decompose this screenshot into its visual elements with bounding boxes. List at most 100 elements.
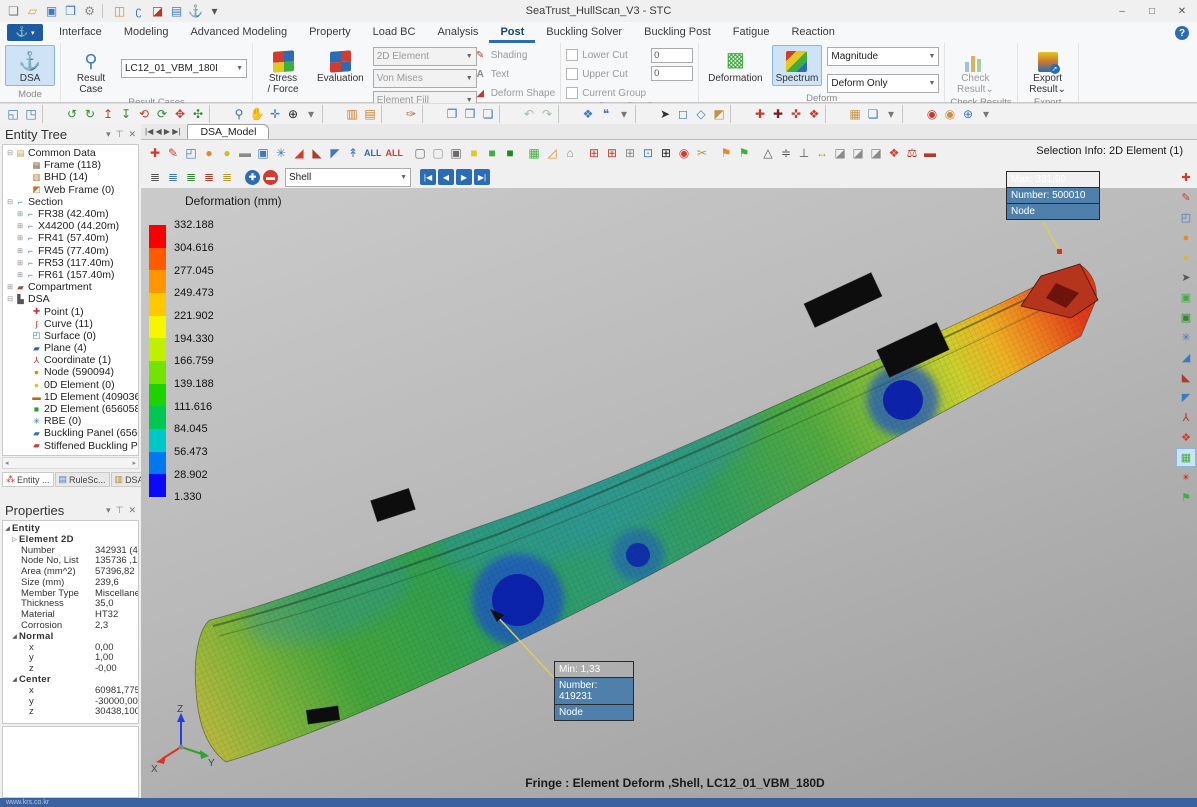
export-result-button[interactable]: ➚ Export Result⌄ xyxy=(1023,45,1073,97)
layer-remove-icon[interactable]: ≣ xyxy=(200,168,218,187)
tree-expander-icon[interactable]: ⊞ xyxy=(15,247,25,255)
add-layer-button[interactable]: ✚ xyxy=(245,169,260,185)
clean-view-icon[interactable]: ✑ xyxy=(402,105,420,123)
ribbon-tab[interactable]: Reaction xyxy=(780,22,845,43)
pick-arrow-icon[interactable]: ➤ xyxy=(1176,268,1196,287)
pick-add-icon[interactable]: ✚ xyxy=(751,105,769,123)
tree-item[interactable]: ⊞ ▰ Compartment xyxy=(3,281,138,293)
view-overflow-icon[interactable]: ▾ xyxy=(302,105,320,123)
tree-item[interactable]: ● Node (590094) xyxy=(3,366,138,378)
layer-stack-icon[interactable]: ≣ xyxy=(146,168,164,187)
tree-expander-icon[interactable]: ⊟ xyxy=(5,295,15,303)
tree-item[interactable]: ▦ Frame (118) xyxy=(3,159,138,171)
save-report-icon[interactable]: ❒ xyxy=(62,2,79,19)
pan-icon[interactable]: ✋ xyxy=(248,105,266,123)
layer-edit-icon[interactable]: ≣ xyxy=(182,168,200,187)
select-polygon-icon[interactable]: ◇ xyxy=(692,105,710,123)
toggle-1d-icon[interactable]: ▬ xyxy=(236,143,254,162)
select-window-icon[interactable]: ◻ xyxy=(674,105,692,123)
tree-expander-icon[interactable]: ⊟ xyxy=(5,149,15,157)
scroll-left-icon[interactable]: ◂ xyxy=(5,459,9,467)
hide-all-button[interactable]: ALL xyxy=(384,143,406,162)
window-layout-icon[interactable]: ❖ xyxy=(579,105,597,123)
property-row[interactable]: Node No, List 135736 ,135737,.. xyxy=(3,555,138,566)
toggle-coordinate-icon[interactable]: ↟ xyxy=(344,143,362,162)
tree-item[interactable]: ▥ BHD (14) xyxy=(3,171,138,183)
grid-black-icon[interactable]: ⊞ xyxy=(657,143,675,162)
zoom-icon[interactable]: ⚲ xyxy=(230,105,248,123)
panel-pin-icon[interactable]: ⊤ xyxy=(116,505,124,516)
toolbox-icon[interactable]: ◫ xyxy=(111,2,128,19)
toggle-stiffened-icon[interactable]: ◤ xyxy=(326,143,344,162)
deform-component-combo[interactable]: Magnitude ▼ xyxy=(827,47,940,66)
ribbon-tab[interactable]: Analysis xyxy=(426,22,489,43)
rotate-down-icon[interactable]: ↧ xyxy=(117,105,135,123)
property-row[interactable]: y 1,00 xyxy=(3,652,138,663)
sep[interactable] xyxy=(209,105,228,123)
tree-expander-icon[interactable]: ⊞ xyxy=(15,271,25,279)
pick-2d-face-icon[interactable]: ▣ xyxy=(1176,308,1196,327)
tree-item[interactable]: ⅄ Coordinate (1) xyxy=(3,354,138,366)
grid-blue-icon[interactable]: ⊡ xyxy=(639,143,657,162)
toolbar-sep[interactable] xyxy=(102,3,107,18)
pick-element-icon[interactable]: ❖ xyxy=(1176,428,1196,447)
lower-cut-input[interactable]: 0 xyxy=(651,48,694,63)
grid-red-icon[interactable]: ⊞ xyxy=(585,143,603,162)
layer-add-icon[interactable]: ≣ xyxy=(164,168,182,187)
pick-rbe-icon[interactable]: ✳ xyxy=(1176,328,1196,347)
property-row[interactable]: z 30438,1000 xyxy=(3,706,138,717)
property-row[interactable]: x 60981,7750 xyxy=(3,685,138,696)
rotate-right-icon[interactable]: ↻ xyxy=(81,105,99,123)
shading-option[interactable]: ✎ Shading xyxy=(474,47,555,63)
tree-item[interactable]: ⊟ ▤ Common Data xyxy=(3,147,138,159)
property-row[interactable]: y -30000,0000 xyxy=(3,696,138,707)
toggle-node-icon[interactable]: ● xyxy=(200,143,218,162)
panel-pin-icon[interactable]: ⊤ xyxy=(116,129,124,140)
deformation-button[interactable]: ▩ Deformation xyxy=(704,45,766,86)
split-horizontal-icon[interactable]: ▤ xyxy=(361,105,379,123)
record-view-icon[interactable]: ❏ xyxy=(479,105,497,123)
ribbon-tab[interactable]: Modeling xyxy=(113,22,180,43)
new-file-icon[interactable]: ❏ xyxy=(5,2,22,19)
tree-item[interactable]: ▰ Buckling Panel (656058) xyxy=(3,427,138,439)
fit-window-icon[interactable]: ✛ xyxy=(266,105,284,123)
box-pick-icon[interactable]: ❏ xyxy=(864,105,882,123)
shaded-dark-view-icon[interactable]: ■ xyxy=(501,143,519,162)
tree-expander-icon[interactable]: ⊞ xyxy=(15,234,25,242)
result-case-button[interactable]: ⚲ Result Case xyxy=(66,45,116,97)
pick-0d-icon[interactable]: ● xyxy=(1176,248,1196,267)
tree-item[interactable]: ⊞ ⌐ FR53 (117.40m) xyxy=(3,257,138,269)
ribbon-tab[interactable]: Buckling Solver xyxy=(535,22,633,43)
tree-item[interactable]: ⊞ ⌐ FR41 (57.40m) xyxy=(3,232,138,244)
ruler-red-icon[interactable]: ▬ xyxy=(921,143,939,162)
minimize-button[interactable]: – xyxy=(1107,0,1137,22)
quick-access-more-icon[interactable]: ▾ xyxy=(206,2,223,19)
transparent-view-icon[interactable]: ⌂ xyxy=(561,143,579,162)
toggle-rbe-icon[interactable]: ✳ xyxy=(272,143,290,162)
model-tab[interactable]: DSA_Model xyxy=(187,124,270,139)
table-pick-icon[interactable]: ▦ xyxy=(846,105,864,123)
toggle-curve-icon[interactable]: ✎ xyxy=(164,143,182,162)
view-axis-icon[interactable]: ✣ xyxy=(189,105,207,123)
toggle-surface-icon[interactable]: ◰ xyxy=(182,143,200,162)
sep[interactable] xyxy=(381,105,400,123)
pick-plane-icon[interactable]: ◢ xyxy=(1176,348,1196,367)
erase-bc-icon[interactable]: ◪ xyxy=(867,143,885,162)
sep[interactable] xyxy=(825,105,844,123)
stress-type-combo[interactable]: Von Mises ▼ xyxy=(372,69,477,88)
tree-item[interactable]: ⊞ ⌐ FR38 (42.40m) xyxy=(3,208,138,220)
property-row[interactable]: ◢ Center xyxy=(3,674,138,685)
toggle-2d-icon[interactable]: ▣ xyxy=(254,143,272,162)
redo-icon[interactable]: ↷ xyxy=(538,105,556,123)
settings-icon[interactable]: ⚙ xyxy=(81,2,98,19)
grid-target-icon[interactable]: ◉ xyxy=(675,143,693,162)
zoom-window-icon[interactable]: ◱ xyxy=(4,105,22,123)
pick-coordinate-icon[interactable]: ⅄ xyxy=(1176,408,1196,427)
zoom-back-icon[interactable]: ◳ xyxy=(22,105,40,123)
pick-cluster-icon[interactable]: ❖ xyxy=(805,105,823,123)
property-row[interactable]: Thickness 35,0 xyxy=(3,598,138,609)
lower-cut-checkbox[interactable]: Lower Cut xyxy=(566,47,646,63)
upper-cut-checkbox[interactable]: Upper Cut xyxy=(566,66,646,82)
help-button[interactable]: ? xyxy=(1175,26,1189,40)
ribbon-tab[interactable]: Post xyxy=(489,22,536,43)
